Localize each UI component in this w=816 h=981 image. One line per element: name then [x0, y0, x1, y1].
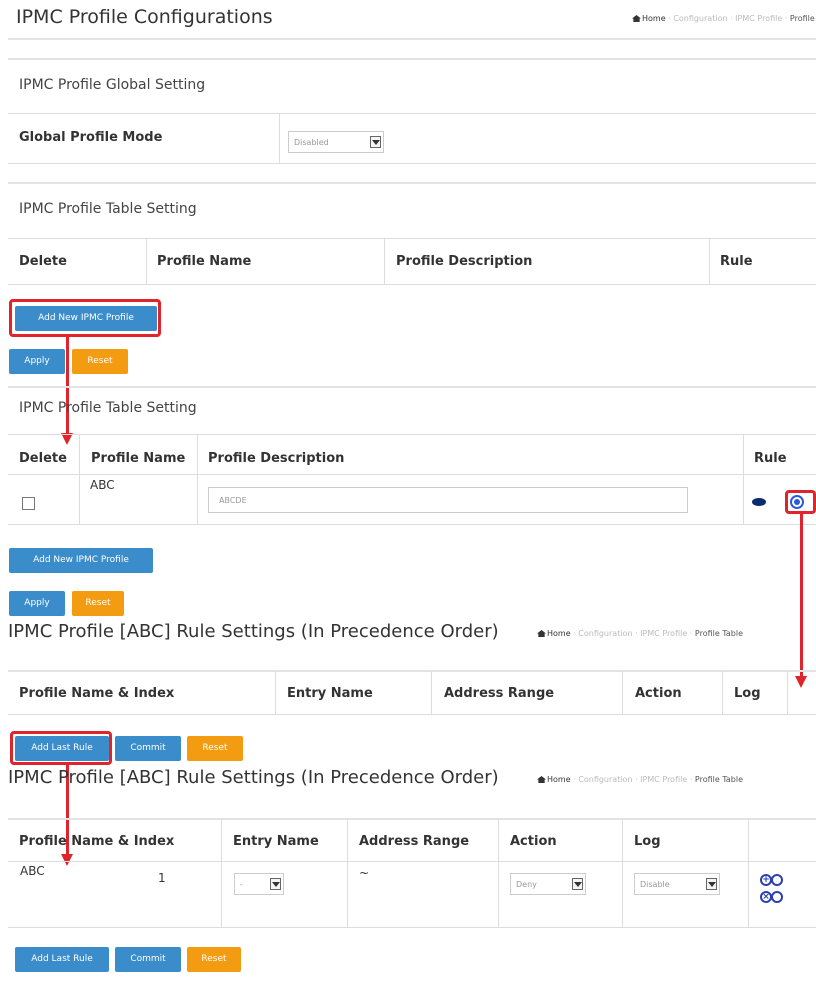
move-up-icon[interactable]: [771, 874, 783, 886]
highlight-edit-rule: [785, 490, 816, 514]
col-profile-description: Profile Description: [396, 254, 533, 269]
apply-button-2[interactable]: Apply: [9, 591, 65, 616]
home-icon: [537, 630, 546, 637]
commit-button[interactable]: Commit: [115, 736, 181, 761]
chevron-down-icon: [706, 878, 717, 890]
col-profile-name-2: Profile Name: [91, 451, 186, 466]
profile-name-value: ABC: [90, 478, 115, 492]
table-setting-heading: IPMC Profile Table Setting: [19, 201, 197, 217]
profile-description-input[interactable]: ABCDE: [208, 487, 688, 513]
col-delete: Delete: [19, 254, 67, 269]
col-profile-description-2: Profile Description: [208, 451, 345, 466]
action-select[interactable]: Deny: [510, 873, 586, 895]
highlight-add-profile: [9, 299, 161, 337]
col-action: Action: [635, 686, 682, 701]
breadcrumb-profile-table: Profile Table: [789, 14, 816, 23]
view-rule-icon[interactable]: [752, 498, 766, 506]
col-log-2: Log: [634, 834, 661, 849]
reset-button[interactable]: Reset: [72, 349, 128, 374]
delete-checkbox[interactable]: [22, 497, 35, 510]
log-select[interactable]: Disable: [634, 873, 720, 895]
address-range-value: ~: [359, 866, 370, 880]
add-last-rule-button-2[interactable]: Add Last Rule: [15, 947, 109, 972]
rule-index: 1: [158, 871, 166, 885]
breadcrumb-configuration[interactable]: Configuration: [673, 14, 727, 23]
chevron-down-icon: [370, 136, 381, 148]
chevron-down-icon: [270, 878, 281, 890]
reset-button-2[interactable]: Reset: [72, 591, 124, 616]
col-rule-2: Rule: [754, 451, 787, 466]
apply-button[interactable]: Apply: [9, 349, 65, 374]
col-profile-name: Profile Name: [157, 254, 252, 269]
table-setting-heading-2: IPMC Profile Table Setting: [19, 400, 197, 416]
col-address-range-2: Address Range: [359, 834, 470, 849]
rule-settings-title-2: IPMC Profile [ABC] Rule Settings (In Pre…: [8, 767, 499, 788]
reset-button-4[interactable]: Reset: [187, 947, 241, 972]
add-new-ipmc-profile-button-2[interactable]: Add New IPMC Profile: [9, 548, 153, 573]
reset-button-3[interactable]: Reset: [187, 736, 243, 761]
entry-name-select[interactable]: -: [234, 873, 284, 895]
breadcrumb-home[interactable]: Home: [642, 14, 666, 23]
home-icon: [537, 776, 546, 783]
breadcrumb: Home · Configuration · IPMC Profile · Pr…: [632, 14, 816, 23]
page-title: IPMC Profile Configurations: [16, 6, 273, 28]
move-down-icon[interactable]: [771, 891, 783, 903]
breadcrumb-ipmc-profile[interactable]: IPMC Profile: [735, 14, 782, 23]
col-profile-name-index: Profile Name & Index: [19, 686, 175, 701]
col-entry-name: Entry Name: [287, 686, 373, 701]
rule-profile-name: ABC: [20, 864, 45, 878]
highlight-add-last-rule: [10, 731, 112, 765]
col-log: Log: [734, 686, 761, 701]
col-delete-2: Delete: [19, 451, 67, 466]
chevron-down-icon: [572, 878, 583, 890]
breadcrumb-3: Home · Configuration · IPMC Profile · Pr…: [537, 775, 743, 784]
col-rule: Rule: [720, 254, 753, 269]
rule-settings-title: IPMC Profile [ABC] Rule Settings (In Pre…: [8, 621, 499, 642]
global-profile-mode-label: Global Profile Mode: [19, 130, 163, 145]
col-profile-name-index-2: Profile Name & Index: [19, 834, 175, 849]
col-action-2: Action: [510, 834, 557, 849]
global-setting-heading: IPMC Profile Global Setting: [19, 77, 206, 93]
global-profile-mode-select[interactable]: Disabled: [288, 131, 384, 153]
col-address-range: Address Range: [444, 686, 555, 701]
home-icon: [632, 15, 641, 22]
col-entry-name-2: Entry Name: [233, 834, 319, 849]
breadcrumb-2: Home · Configuration · IPMC Profile · Pr…: [537, 629, 743, 638]
commit-button-2[interactable]: Commit: [115, 947, 181, 972]
